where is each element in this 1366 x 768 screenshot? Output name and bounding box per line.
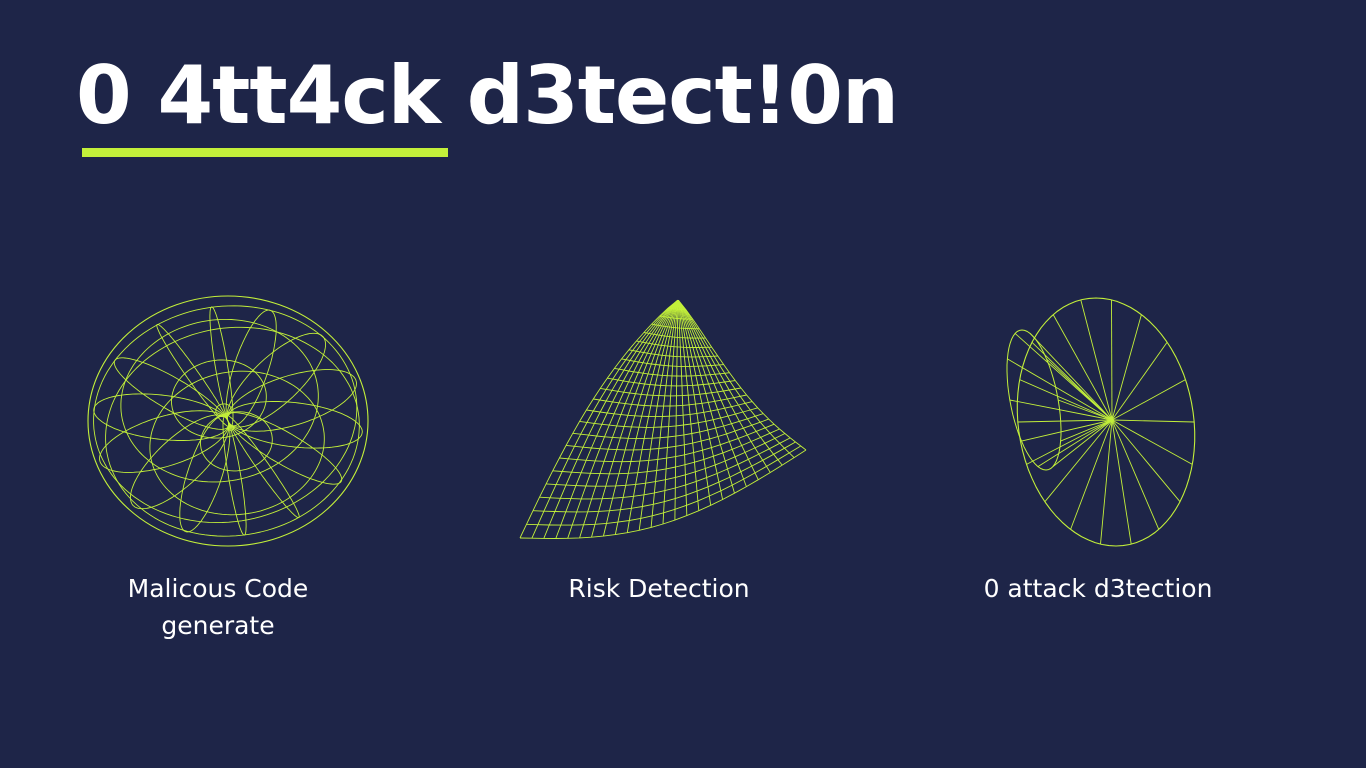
- caption-zero-attack-detection: 0 attack d3tection: [948, 570, 1248, 607]
- slide: 0 4tt4ck d3tect!0n Malicous Code generat…: [0, 0, 1366, 768]
- title-underline: [82, 148, 448, 157]
- wireframe-torus-icon: [86, 294, 370, 548]
- caption-line: Malicous Code: [127, 574, 309, 603]
- caption-line: generate: [161, 611, 275, 640]
- caption-risk-detection: Risk Detection: [509, 570, 809, 607]
- caption-line: Risk Detection: [568, 574, 750, 603]
- wireframe-surface-icon: [518, 298, 810, 544]
- wireframe-cone-icon: [986, 296, 1208, 550]
- caption-malicious-code: Malicous Code generate: [68, 570, 368, 644]
- slide-title: 0 4tt4ck d3tect!0n: [76, 49, 899, 142]
- caption-line: 0 attack d3tection: [983, 574, 1213, 603]
